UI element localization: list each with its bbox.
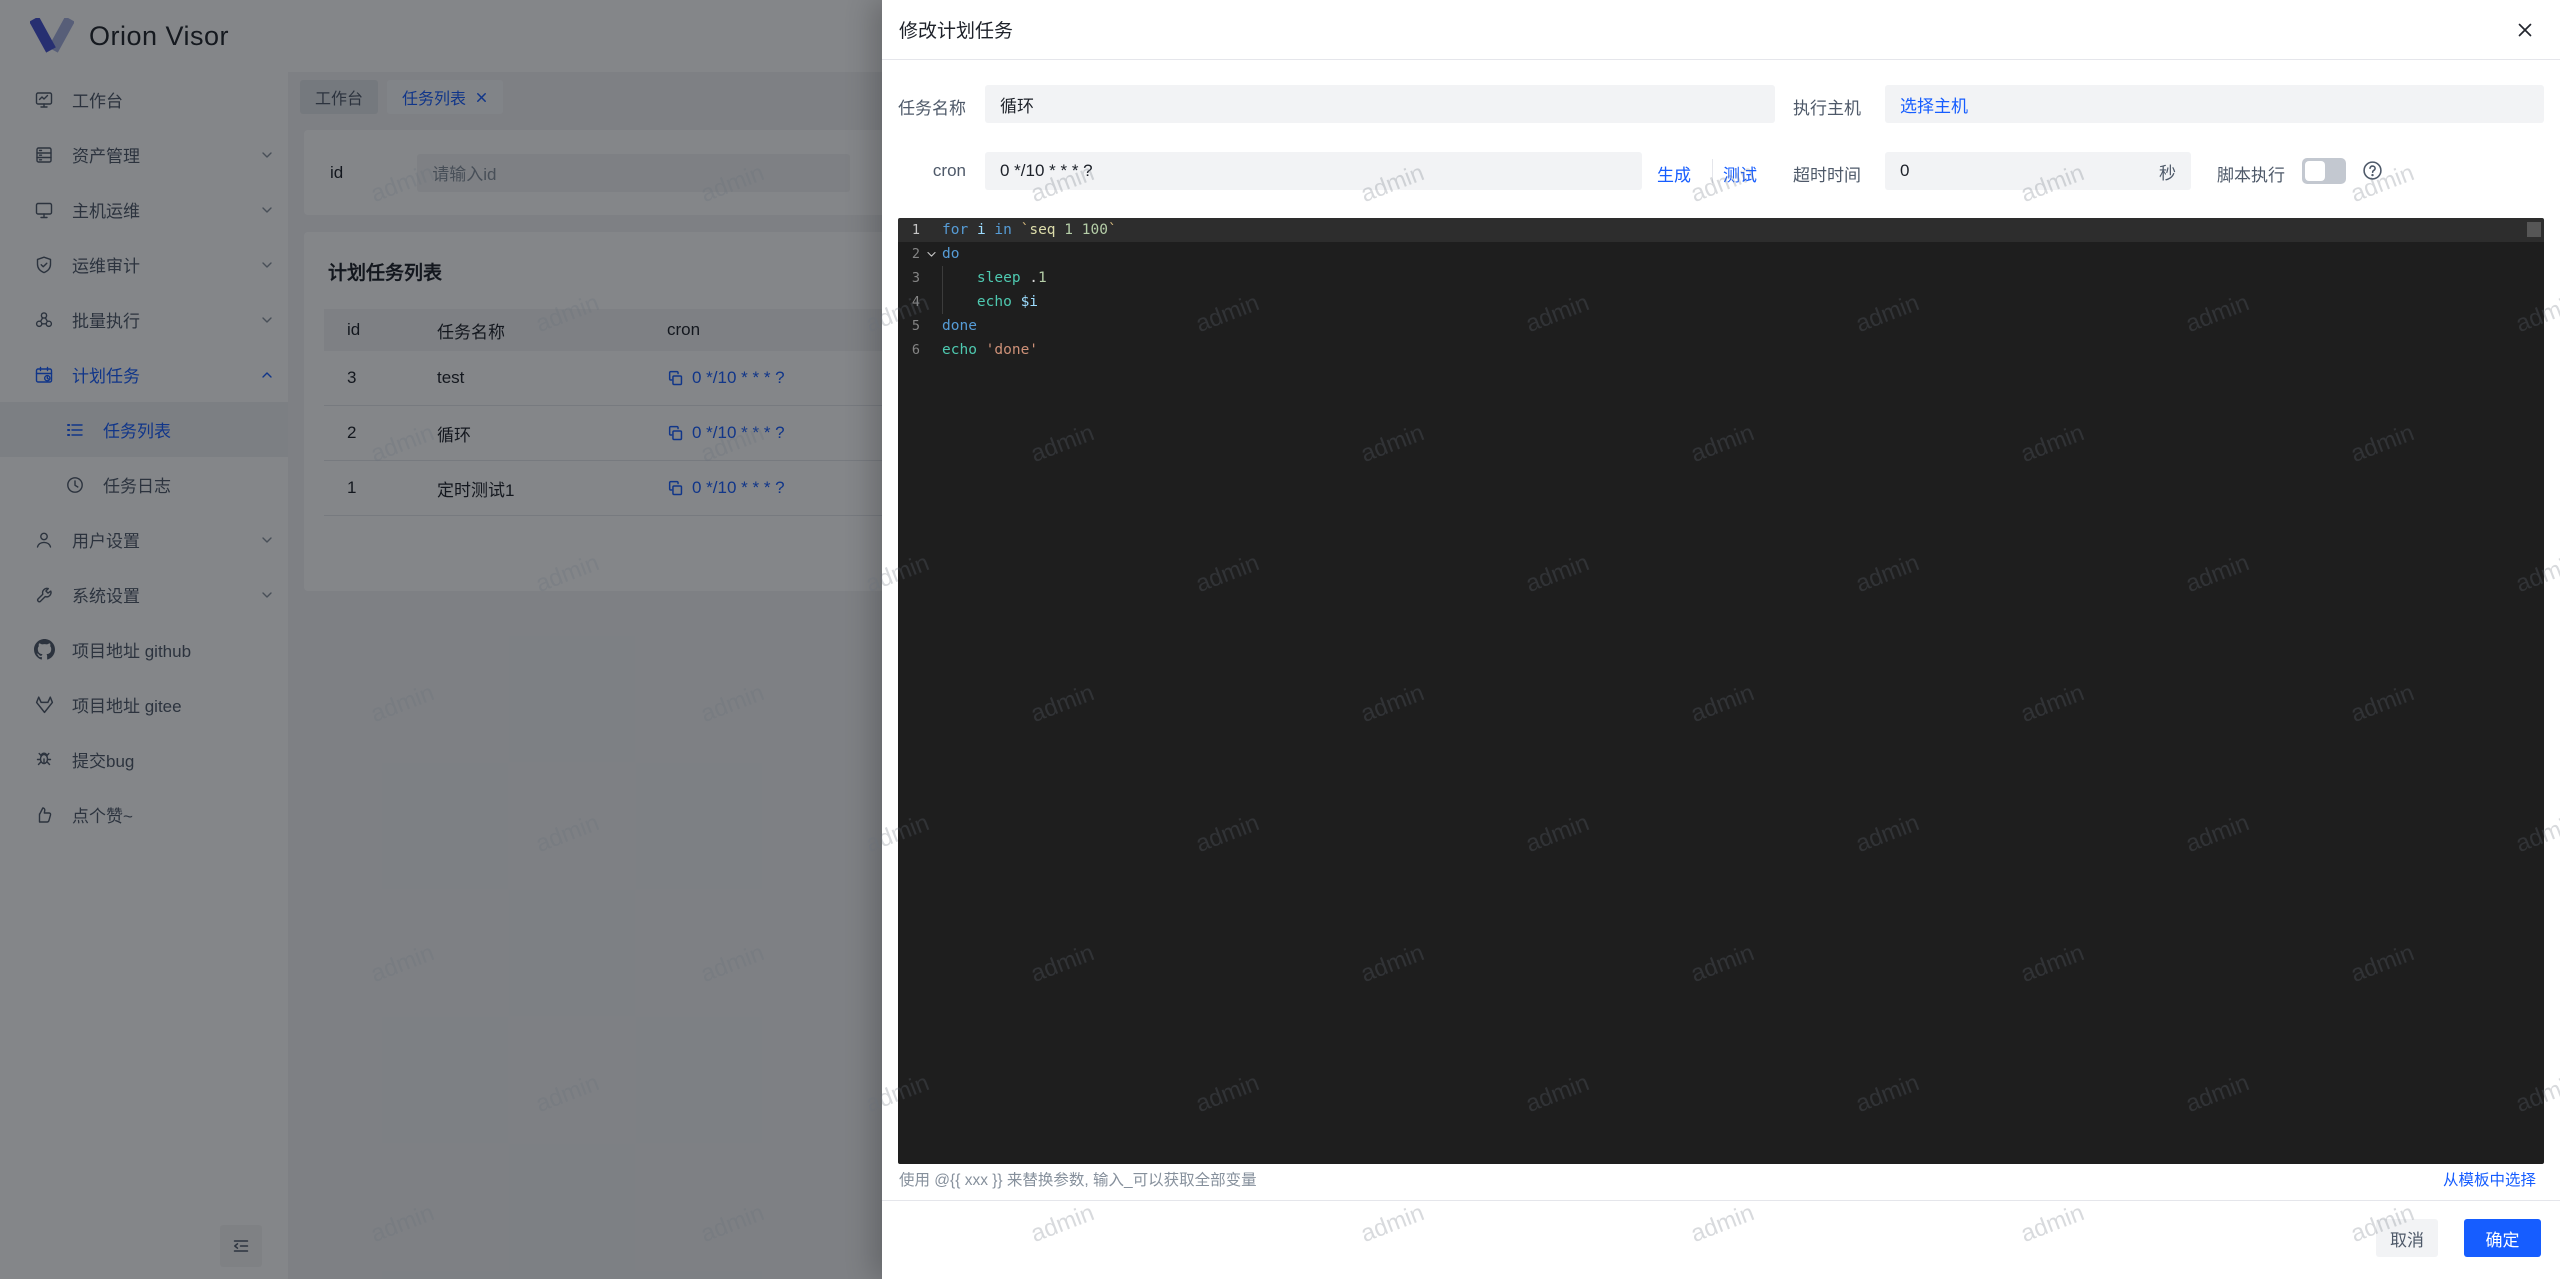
line-number: 3 bbox=[911, 270, 920, 286]
code-text: for i in `seq 1 100` bbox=[942, 222, 1117, 238]
line-number: 6 bbox=[911, 342, 920, 358]
help-icon[interactable] bbox=[2362, 160, 2383, 181]
editor-line-1: 1 for i in `seq 1 100` bbox=[898, 218, 2544, 242]
cron-label: cron bbox=[932, 161, 966, 180]
timeout-unit: 秒 bbox=[2159, 163, 2176, 183]
choose-template-link[interactable]: 从模板中选择 bbox=[2443, 1168, 2536, 1190]
cancel-button[interactable]: 取消 bbox=[2376, 1219, 2438, 1257]
edit-task-dialog: 修改计划任务 任务名称 循环 执行主机 选择主机 cron 0 */10 * *… bbox=[882, 0, 2560, 1279]
cron-input[interactable]: 0 */10 * * * ? bbox=[985, 152, 1642, 190]
footer-divider bbox=[882, 1200, 2560, 1201]
dialog-close-button[interactable] bbox=[2512, 17, 2538, 43]
task-name-value: 循环 bbox=[1000, 96, 1034, 116]
dialog-header: 修改计划任务 bbox=[882, 0, 2560, 60]
task-name-input[interactable]: 循环 bbox=[985, 85, 1775, 123]
close-icon bbox=[2515, 20, 2535, 40]
ok-button[interactable]: 确定 bbox=[2464, 1219, 2541, 1257]
editor-line-6: 6 echo 'done' bbox=[898, 338, 2544, 362]
fold-chevron-icon[interactable] bbox=[920, 249, 942, 260]
cron-generate-link[interactable]: 生成 bbox=[1657, 161, 1691, 186]
divider bbox=[1712, 159, 1713, 183]
timeout-input[interactable]: 0 秒 bbox=[1885, 152, 2191, 190]
app-root: Orion Visor 工作台资产管理主机运维运维审计批量执行计划任务任务列表任… bbox=[0, 0, 2560, 1279]
toggle-knob bbox=[2305, 161, 2325, 181]
exec-host-field[interactable]: 选择主机 bbox=[1885, 85, 2544, 123]
line-number: 5 bbox=[911, 318, 920, 334]
script-exec-label: 脚本执行 bbox=[2217, 166, 2285, 185]
code-text: echo 'done' bbox=[942, 342, 1039, 358]
code-text: done bbox=[942, 318, 977, 334]
editor-line-3: 3 sleep .1 bbox=[898, 266, 2544, 290]
editor-line-2: 2 do bbox=[898, 242, 2544, 266]
timeout-label: 超时时间 bbox=[1793, 166, 1861, 185]
line-number: 4 bbox=[911, 294, 920, 310]
code-text: echo $i bbox=[976, 294, 1039, 310]
editor-line-5: 5 done bbox=[898, 314, 2544, 338]
line-number: 2 bbox=[911, 246, 920, 262]
editor-scrollbar[interactable] bbox=[2527, 222, 2541, 237]
code-text: sleep .1 bbox=[976, 270, 1047, 286]
cron-value: 0 */10 * * * ? bbox=[1000, 161, 1093, 180]
exec-host-label: 执行主机 bbox=[1793, 99, 1861, 118]
editor-line-4: 4 echo $i bbox=[898, 290, 2544, 314]
cron-test-link[interactable]: 测试 bbox=[1723, 161, 1757, 186]
timeout-value: 0 bbox=[1900, 161, 1910, 180]
params-hint: 使用 @{{ xxx }} 来替换参数, 输入_可以获取全部变量 bbox=[899, 1172, 1257, 1189]
dialog-title: 修改计划任务 bbox=[899, 21, 1014, 42]
code-editor[interactable]: 1 for i in `seq 1 100` 2 do 3 sleep .1 4 echo… bbox=[898, 218, 2544, 1164]
code-text: do bbox=[942, 246, 960, 262]
script-exec-toggle[interactable] bbox=[2302, 158, 2346, 184]
select-host-link[interactable]: 选择主机 bbox=[1900, 92, 1968, 117]
task-name-label: 任务名称 bbox=[898, 99, 966, 118]
line-number: 1 bbox=[911, 222, 920, 238]
editor-lines: 1 for i in `seq 1 100` 2 do 3 sleep .1 4 echo… bbox=[898, 218, 2544, 362]
